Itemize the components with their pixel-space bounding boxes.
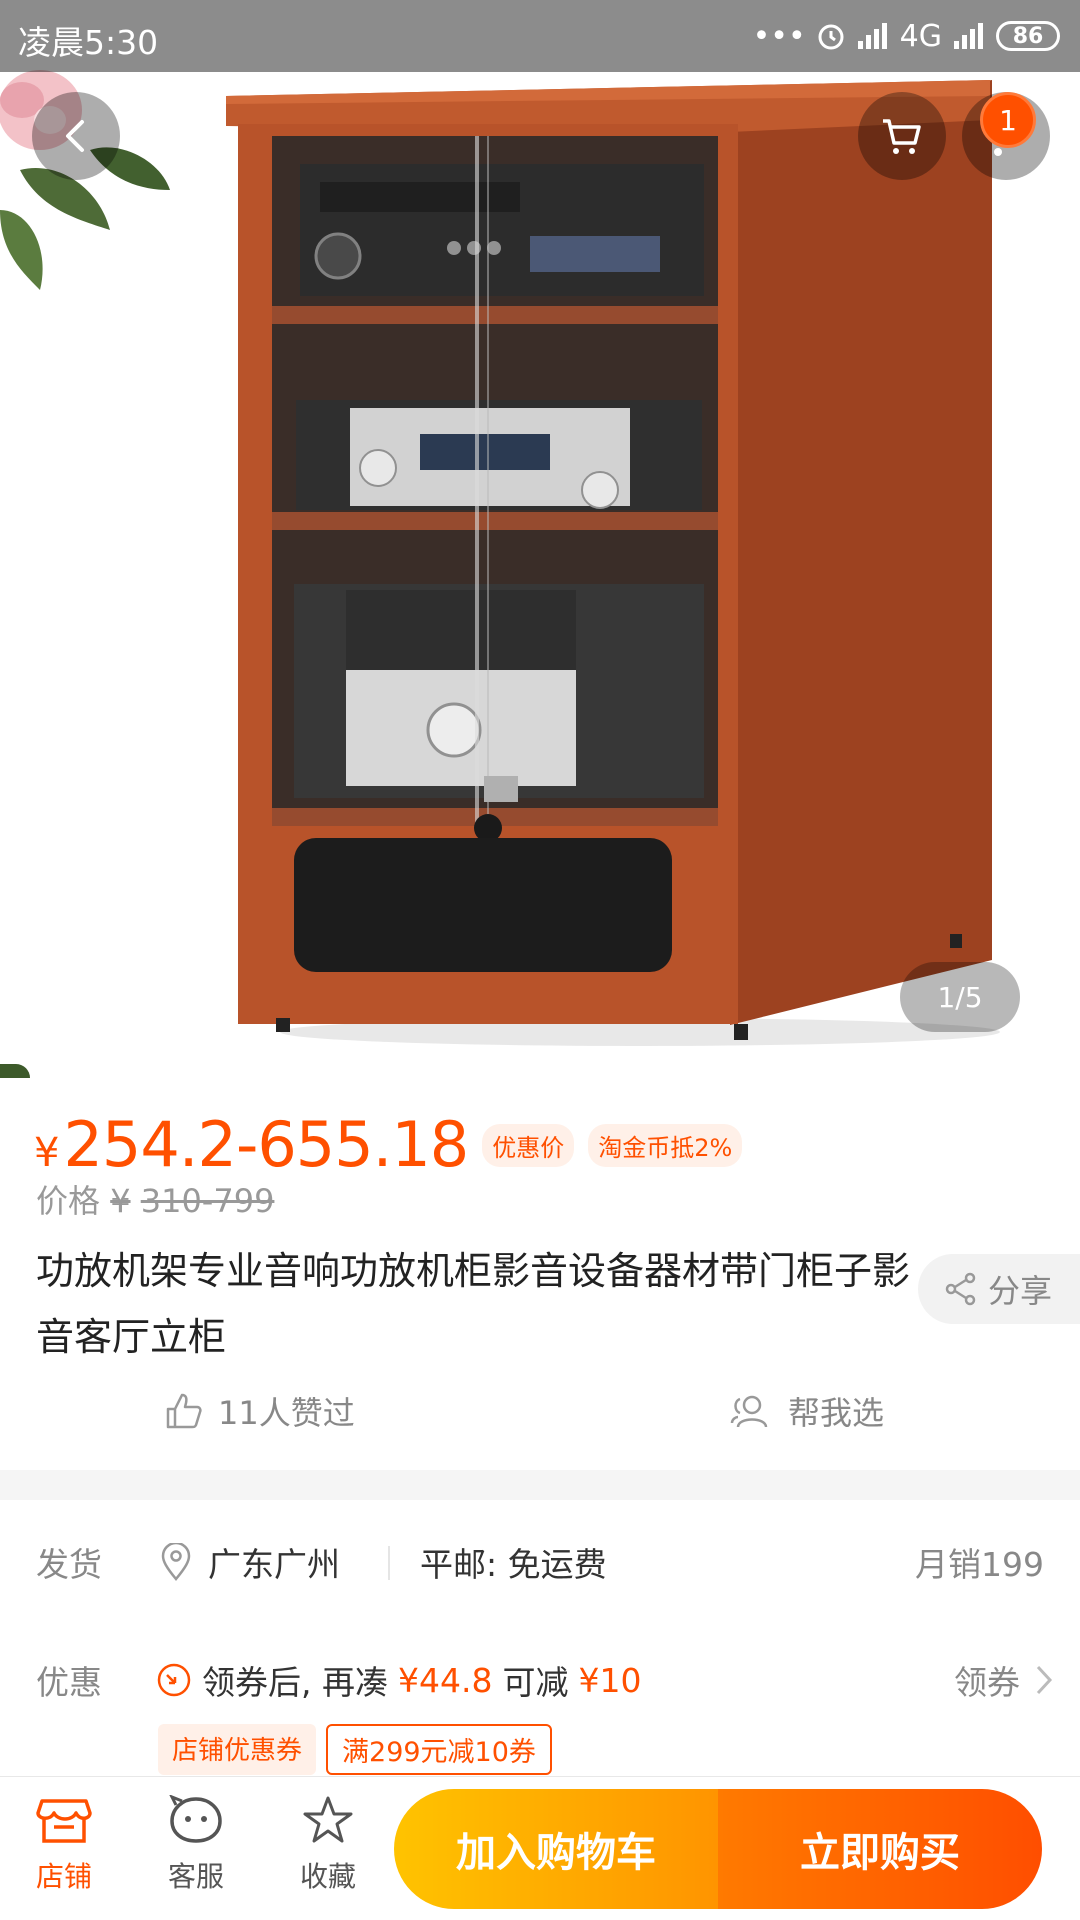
shipping-promo-card: 发货 广东广州 平邮: 免运费 月销199 优惠 领券后, 再凑 ¥44.8 可… bbox=[0, 1500, 1080, 1776]
promo-amount-need: ¥44.8 bbox=[397, 1660, 493, 1700]
likes-count: 11人赞过 bbox=[218, 1394, 355, 1432]
coupon-offer-tag[interactable]: 满299元减10券 bbox=[326, 1724, 552, 1775]
shipping-fee: 平邮: 免运费 bbox=[420, 1545, 607, 1584]
shipping-label: 发货 bbox=[36, 1545, 102, 1584]
shop-label: 店铺 bbox=[35, 1860, 92, 1893]
shop-icon bbox=[36, 1799, 92, 1843]
status-icons: ••• 4G 86 bbox=[753, 14, 1060, 58]
product-title: 功放机架专业音响功放机柜影音设备器材带门柜子影音客厅立柜 bbox=[36, 1249, 911, 1359]
favorite-button[interactable]: 收藏 bbox=[278, 1795, 378, 1895]
signal-icon bbox=[954, 23, 983, 49]
coupon-arrow-icon bbox=[157, 1663, 191, 1697]
price-range: 254.2-655.18 bbox=[63, 1108, 469, 1181]
cart-button[interactable] bbox=[858, 92, 946, 180]
status-bar: 凌晨5:30 ••• 4G 86 bbox=[0, 0, 1080, 72]
status-time: 凌晨5:30 bbox=[18, 23, 159, 62]
thumbs-up-icon bbox=[166, 1393, 202, 1429]
signal-icon bbox=[857, 23, 887, 49]
divider bbox=[388, 1546, 390, 1580]
more-notifications-icon: ••• bbox=[752, 18, 806, 54]
price-row: ¥ 254.2-655.18 优惠价 淘金币抵2% bbox=[34, 1108, 743, 1181]
price-currency: ¥ bbox=[34, 1130, 60, 1176]
promo-amount-off: ¥10 bbox=[578, 1660, 642, 1700]
back-icon bbox=[66, 120, 84, 152]
chevron-right-icon bbox=[1036, 1665, 1053, 1695]
favorite-label: 收藏 bbox=[299, 1860, 356, 1893]
share-icon bbox=[945, 1272, 976, 1306]
promo-text-mid: 可减 bbox=[502, 1663, 569, 1702]
shop-coupon-tag: 店铺优惠券 bbox=[158, 1724, 317, 1775]
image-pager: 1/5 bbox=[900, 962, 1020, 1032]
coupon-tags: 店铺优惠券 满299元减10券 bbox=[158, 1724, 552, 1775]
discount-tag: 优惠价 bbox=[482, 1124, 575, 1167]
buy-now-button[interactable]: 立即购买 bbox=[718, 1789, 1042, 1909]
battery-icon: 86 bbox=[996, 21, 1060, 51]
location-pin-icon bbox=[161, 1543, 191, 1581]
alarm-icon bbox=[818, 24, 844, 50]
promo-text-before: 领券后, 再凑 bbox=[202, 1663, 388, 1702]
network-type: 4G bbox=[899, 18, 942, 54]
shipping-location: 广东广州 bbox=[160, 1538, 340, 1586]
like-button[interactable]: 11人赞过 bbox=[164, 1388, 355, 1434]
add-to-cart-button[interactable]: 加入购物车 bbox=[394, 1789, 718, 1909]
product-image-gallery[interactable]: 凌晨5:30 ••• 4G 86 1 1/5 bbox=[0, 0, 1080, 1078]
chat-face-icon bbox=[169, 1795, 222, 1843]
shipping-location-text: 广东广州 bbox=[208, 1545, 340, 1584]
coin-deduct-tag: 淘金币抵2% bbox=[588, 1124, 743, 1167]
star-icon bbox=[303, 1796, 353, 1843]
share-button[interactable]: 分享 bbox=[918, 1254, 1080, 1324]
promo-label: 优惠 bbox=[36, 1663, 102, 1702]
monthly-sales: 月销199 bbox=[915, 1545, 1044, 1584]
cart-icon bbox=[883, 119, 921, 154]
help-choose-label: 帮我选 bbox=[788, 1394, 885, 1432]
original-price-range: 310-799 bbox=[140, 1182, 275, 1220]
help-choose-button[interactable]: 帮我选 bbox=[728, 1388, 884, 1434]
shop-button[interactable]: 店铺 bbox=[14, 1795, 114, 1895]
customer-service-label: 客服 bbox=[167, 1860, 224, 1893]
cart-count-badge: 1 bbox=[980, 92, 1036, 148]
users-icon bbox=[730, 1395, 768, 1428]
product-info-card: ¥ 254.2-655.18 优惠价 淘金币抵2% 价格 ¥ 310-799 功… bbox=[0, 1078, 1080, 1470]
original-price-currency: ¥ bbox=[110, 1182, 131, 1220]
customer-service-button[interactable]: 客服 bbox=[146, 1795, 246, 1895]
bottom-action-bar: 店铺 客服 收藏 加入购物车 立即购买 bbox=[0, 1776, 1080, 1920]
purchase-buttons: 加入购物车 立即购买 bbox=[394, 1789, 1042, 1909]
share-label: 分享 bbox=[988, 1272, 1053, 1310]
back-button[interactable] bbox=[32, 92, 120, 180]
original-price: 价格 ¥ 310-799 bbox=[36, 1176, 274, 1222]
promo-description: 领券后, 再凑 ¥44.8 可减 ¥10 bbox=[156, 1656, 641, 1704]
get-coupon-link[interactable]: 领券 bbox=[954, 1656, 1054, 1704]
original-price-label: 价格 bbox=[36, 1182, 101, 1220]
get-coupon-label: 领券 bbox=[954, 1663, 1020, 1702]
